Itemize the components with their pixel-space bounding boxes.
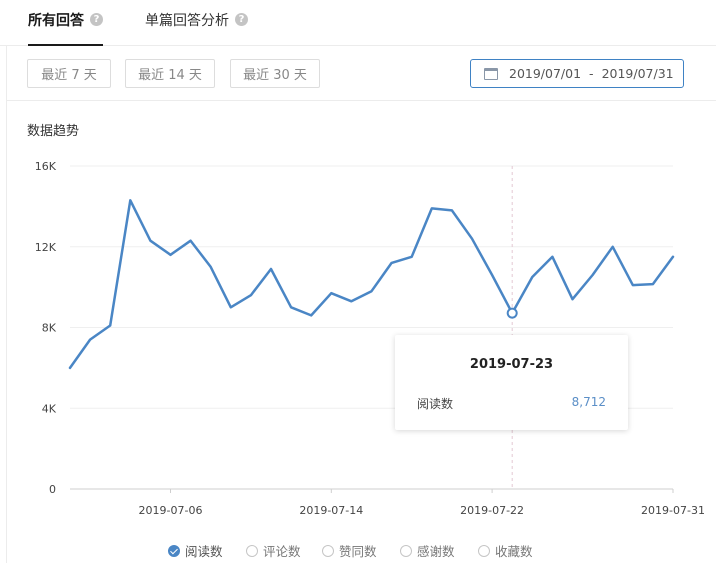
chart-tooltip: 2019-07-23 阅读数 8,712 [395,335,628,430]
y-axis-ticks: 0 4K 8K 12K 16K [35,160,57,496]
x-tick-label: 2019-07-06 [139,504,203,517]
legend-item-thanks[interactable]: 感谢数 [400,541,455,560]
tooltip-value: 8,712 [571,395,606,409]
tab-all-answers[interactable]: 所有回答 ? [28,10,103,46]
last-7-days-button[interactable]: 最近 7 天 [27,59,111,88]
legend-label: 感谢数 [417,544,455,559]
date-range-end: 2019/07/31 [601,66,674,81]
date-range-start: 2019/07/01 [509,66,582,81]
x-tick-label: 2019-07-22 [460,504,524,517]
x-tick-label: 2019-07-31 [641,504,705,517]
legend-item-upvotes[interactable]: 赞同数 [322,541,377,560]
legend-radio[interactable] [322,544,334,557]
highlight-point [506,307,518,319]
y-tick-label: 12K [35,241,57,254]
x-tick-label: 2019-07-14 [299,504,363,517]
last-30-days-button[interactable]: 最近 30 天 [230,59,320,88]
section-divider [6,100,716,101]
chart-legend: 阅读数 评论数 赞同数 感谢数 收藏数 [0,541,716,561]
legend-item-comments[interactable]: 评论数 [246,541,301,560]
x-axis-ticks: 2019-07-06 2019-07-14 2019-07-22 2019-07-31 [139,489,705,517]
legend-radio[interactable] [246,544,258,557]
legend-label: 评论数 [263,544,301,559]
date-range-separator: - [589,66,594,81]
legend-radio[interactable] [478,544,490,557]
legend-item-favorites[interactable]: 收藏数 [478,541,533,560]
legend-item-reads[interactable]: 阅读数 [168,541,223,560]
tab-single-answer-label: 单篇回答分析 [145,13,229,29]
y-tick-label: 16K [35,160,57,173]
legend-label: 赞同数 [339,544,377,559]
legend-radio[interactable] [168,544,180,557]
tooltip-date: 2019-07-23 [469,357,554,372]
chart-grid [70,165,673,490]
y-tick-label: 4K [42,402,57,415]
y-tick-label: 0 [49,483,56,496]
y-tick-label: 8K [42,322,57,335]
tab-all-answers-label: 所有回答 [28,13,84,29]
last-14-days-button[interactable]: 最近 14 天 [125,59,215,88]
date-range-picker[interactable]: 2019/07/01 - 2019/07/31 [470,59,684,88]
section-title: 数据趋势 [27,124,80,139]
tab-single-answer-analysis[interactable]: 单篇回答分析 ? [145,10,248,46]
tab-bar: 所有回答 ? 单篇回答分析 ? [0,0,716,46]
tooltip-label: 阅读数 [417,397,454,411]
help-icon[interactable]: ? [235,13,248,26]
legend-radio[interactable] [400,544,412,557]
legend-label: 收藏数 [495,544,533,559]
help-icon[interactable]: ? [90,13,103,26]
legend-label: 阅读数 [185,544,223,559]
calendar-icon [484,67,498,80]
